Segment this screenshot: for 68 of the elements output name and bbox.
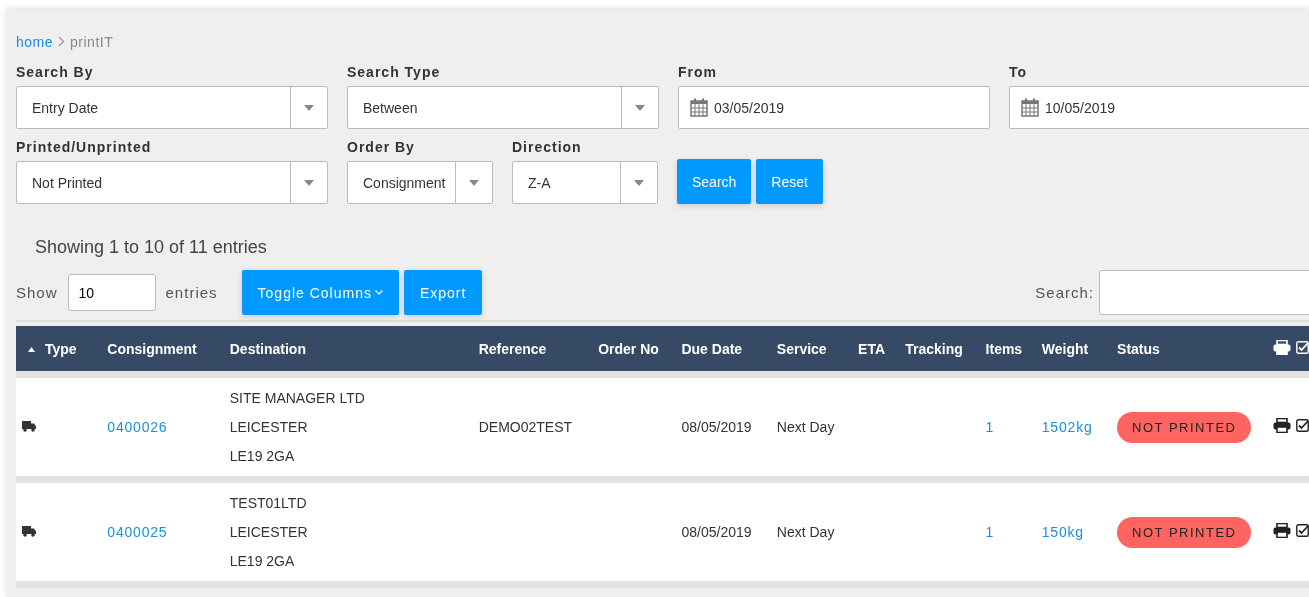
- column-header[interactable]: Weight: [1029, 326, 1106, 375]
- calendar-icon: [690, 98, 708, 117]
- select-field[interactable]: Entry Date: [16, 86, 328, 129]
- checkbox-icon[interactable]: [1295, 419, 1309, 432]
- caret-icon: [634, 179, 644, 186]
- items-link[interactable]: 1: [985, 524, 995, 540]
- column-header[interactable]: Due Date: [669, 326, 765, 375]
- weight-link[interactable]: 1502kg: [1041, 419, 1093, 435]
- address-line: LE19 2GA: [229, 551, 296, 571]
- checkbox-icon[interactable]: [1295, 524, 1309, 537]
- status-badge: NOT PRINTED: [1117, 411, 1252, 443]
- column-header[interactable]: Reference: [466, 326, 587, 375]
- consignment-link[interactable]: 0400026: [107, 419, 168, 435]
- table-cell: Next Day: [776, 419, 835, 435]
- address-line: TEST01LTD: [229, 493, 308, 513]
- caret-icon: [304, 179, 314, 186]
- page-length-field[interactable]: 10: [67, 274, 156, 311]
- field-label: From: [678, 64, 718, 81]
- entries-info: Showing 1 to 10 of 11 entries: [35, 237, 268, 258]
- date-field[interactable]: 10/05/2019: [1009, 86, 1309, 129]
- column-header[interactable]: ETA: [846, 326, 894, 375]
- column-header[interactable]: Order No: [586, 326, 670, 375]
- truck-icon: [22, 421, 36, 432]
- truck-icon: [22, 526, 36, 537]
- date-field[interactable]: 03/05/2019: [678, 86, 990, 129]
- address-line: LEICESTER: [229, 522, 309, 542]
- field-label: Printed/Unprinted: [16, 139, 153, 156]
- table-cell: 08/05/2019: [681, 524, 752, 540]
- select-field[interactable]: Consignment: [347, 161, 493, 204]
- column-header[interactable]: Consignment: [95, 326, 218, 375]
- table-cell: DEMO02TEST: [478, 419, 573, 435]
- select-field[interactable]: Z-A: [512, 161, 658, 204]
- consignment-link[interactable]: 0400025: [107, 524, 168, 540]
- printer-icon[interactable]: [1272, 339, 1291, 355]
- address-line: LEICESTER: [229, 417, 309, 437]
- entries-label: entries: [165, 284, 218, 301]
- table-cell: Next Day: [776, 524, 835, 540]
- table-cell: 08/05/2019: [681, 419, 752, 435]
- show-label: Show: [16, 284, 58, 301]
- column-header[interactable]: Service: [764, 326, 847, 375]
- caret-icon: [469, 179, 479, 186]
- field-label: To: [1009, 64, 1029, 81]
- field-label: Search By: [16, 64, 95, 81]
- weight-link[interactable]: 150kg: [1041, 524, 1084, 540]
- column-header[interactable]: [1260, 326, 1309, 375]
- select-field[interactable]: Between: [347, 86, 659, 129]
- caret-icon: [635, 104, 645, 111]
- items-link[interactable]: 1: [985, 419, 995, 435]
- field-label: Direction: [512, 139, 583, 156]
- column-header[interactable]: Status: [1105, 326, 1261, 375]
- column-header[interactable]: Items: [973, 326, 1030, 375]
- caret-icon: [304, 104, 314, 111]
- column-header[interactable]: Type: [16, 326, 96, 375]
- column-header[interactable]: Destination: [217, 326, 467, 375]
- address-line: SITE MANAGER LTD: [229, 388, 366, 408]
- printer-icon[interactable]: [1272, 418, 1291, 433]
- column-header[interactable]: Tracking: [893, 326, 974, 375]
- chevron-icon: [58, 36, 66, 47]
- field-label: Search Type: [347, 64, 442, 81]
- printer-icon[interactable]: [1272, 523, 1291, 538]
- calendar-icon: [1021, 98, 1039, 117]
- breadcrumb-current: printIT: [70, 33, 114, 50]
- search-field[interactable]: [1099, 270, 1309, 315]
- status-badge: NOT PRINTED: [1117, 516, 1252, 548]
- field-label: Order By: [347, 139, 416, 156]
- search-label: Search:: [1035, 284, 1094, 301]
- select-field[interactable]: Not Printed: [16, 161, 328, 204]
- address-line: LE19 2GA: [229, 446, 296, 466]
